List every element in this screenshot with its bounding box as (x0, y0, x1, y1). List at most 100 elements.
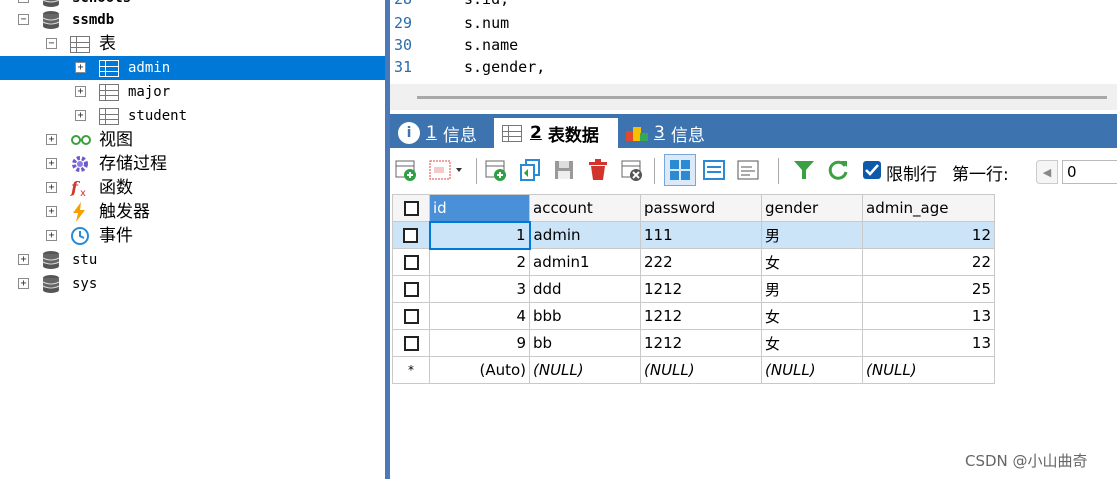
expand-icon[interactable]: + (46, 134, 57, 145)
cell-gender[interactable]: 男 (761, 275, 863, 303)
limit-rows-label[interactable]: 限制行 (886, 160, 937, 185)
tree-item-table-admin[interactable]: + admin (0, 56, 385, 80)
cell-gender[interactable]: 女 (761, 248, 863, 276)
cell-id[interactable]: 9 (429, 329, 530, 357)
column-header-id[interactable]: id (429, 194, 530, 222)
copy-icon[interactable] (518, 158, 542, 182)
tab-info-3[interactable]: 3 信息 (626, 118, 705, 148)
expand-icon[interactable]: + (18, 254, 29, 265)
cell-admin-age[interactable]: 25 (862, 275, 995, 303)
cell-id[interactable]: 4 (429, 302, 530, 330)
cell-account[interactable]: bbb (529, 302, 641, 330)
row-checkbox[interactable] (392, 248, 430, 276)
cell-id[interactable]: 1 (428, 220, 531, 250)
tree-item-stu[interactable]: + stu (0, 248, 385, 272)
cell-gender[interactable]: (NULL) (761, 356, 863, 384)
cell-password[interactable]: 111 (640, 221, 762, 249)
grid-header-row: id account password gender admin_age (392, 194, 995, 222)
cell-password[interactable]: 1212 (640, 302, 762, 330)
cell-password[interactable]: 222 (640, 248, 762, 276)
cell-account[interactable]: (NULL) (529, 356, 641, 384)
prev-page-button[interactable]: ◀ (1036, 160, 1058, 184)
text-view-icon[interactable] (736, 158, 760, 182)
cell-admin-age[interactable]: 13 (862, 329, 995, 357)
table-row[interactable]: 2 admin1 222 女 22 (392, 248, 995, 276)
tree-item-table-major[interactable]: + major (0, 80, 385, 104)
delete-icon[interactable] (586, 158, 610, 182)
object-browser-tree[interactable]: + schools − ssmdb − 表 + admin + major + … (0, 0, 385, 479)
tree-item-table-student[interactable]: + student (0, 104, 385, 128)
cell-account[interactable]: admin1 (529, 248, 641, 276)
column-header-password[interactable]: password (640, 194, 762, 222)
table-row[interactable]: 4 bbb 1212 女 13 (392, 302, 995, 330)
export-dropdown-icon[interactable] (428, 158, 468, 182)
expand-icon[interactable]: + (46, 230, 57, 241)
expand-icon[interactable]: + (46, 182, 57, 193)
sql-editor[interactable]: 28 s.id, 29 s.num 30 s.name 31 s.gender, (390, 0, 1117, 84)
grid-view-icon[interactable] (664, 154, 696, 186)
tree-item-events[interactable]: + 事件 (0, 224, 385, 248)
tree-item-functions[interactable]: + fx 函数 (0, 176, 385, 200)
cell-gender[interactable]: 男 (761, 221, 863, 249)
new-row[interactable]: * (Auto) (NULL) (NULL) (NULL) (NULL) (392, 356, 995, 384)
table-row[interactable]: 1 admin 111 男 12 (392, 220, 995, 250)
expand-icon[interactable]: + (46, 206, 57, 217)
tree-item-procedures[interactable]: + 存储过程 (0, 152, 385, 176)
svg-text:x: x (80, 188, 86, 198)
filter-icon[interactable] (792, 158, 816, 182)
expand-icon[interactable]: + (18, 278, 29, 289)
tree-item-tables[interactable]: − 表 (0, 32, 385, 56)
refresh-icon[interactable] (826, 158, 850, 182)
column-header-gender[interactable]: gender (761, 194, 863, 222)
cell-admin-age[interactable]: 22 (862, 248, 995, 276)
limit-rows-checkbox[interactable] (862, 158, 882, 182)
tree-item-views[interactable]: + 视图 (0, 128, 385, 152)
cell-admin-age[interactable]: 12 (862, 221, 995, 249)
cell-gender[interactable]: 女 (761, 329, 863, 357)
data-grid[interactable]: id account password gender admin_age 1 a… (392, 194, 995, 384)
tree-item-sys[interactable]: + sys (0, 272, 385, 296)
cell-id[interactable]: (Auto) (429, 356, 530, 384)
cell-password[interactable]: 1212 (640, 329, 762, 357)
tree-item-ssmdb[interactable]: − ssmdb (0, 8, 385, 32)
collapse-icon[interactable]: − (46, 38, 57, 49)
row-checkbox[interactable] (392, 275, 430, 303)
column-header-account[interactable]: account (529, 194, 641, 222)
cell-account[interactable]: ddd (529, 275, 641, 303)
cell-admin-age[interactable]: 13 (862, 302, 995, 330)
collapse-icon[interactable]: − (18, 14, 29, 25)
scrollbar-thumb[interactable] (417, 96, 1107, 99)
table-row[interactable]: 9 bb 1212 女 13 (392, 329, 995, 357)
row-checkbox[interactable] (392, 221, 430, 249)
cell-gender[interactable]: 女 (761, 302, 863, 330)
expand-icon[interactable]: + (46, 158, 57, 169)
expand-icon[interactable]: + (75, 110, 86, 121)
save-icon[interactable] (552, 158, 576, 182)
cell-admin-age[interactable]: (NULL) (862, 356, 995, 384)
select-all-checkbox[interactable] (392, 194, 430, 222)
tree-item-label: sys (72, 276, 98, 292)
cell-password[interactable]: 1212 (640, 275, 762, 303)
expand-icon[interactable]: + (75, 62, 86, 73)
expand-icon[interactable]: + (75, 86, 86, 97)
cell-id[interactable]: 2 (429, 248, 530, 276)
toolbar-separator (476, 158, 477, 184)
cell-account[interactable]: bb (529, 329, 641, 357)
tab-info-1[interactable]: i 1 信息 (398, 118, 477, 148)
column-header-admin-age[interactable]: admin_age (862, 194, 995, 222)
cell-account[interactable]: admin (529, 221, 641, 249)
cell-id[interactable]: 3 (429, 275, 530, 303)
duplicate-row-icon[interactable] (484, 158, 508, 182)
row-checkbox[interactable] (392, 329, 430, 357)
table-row[interactable]: 3 ddd 1212 男 25 (392, 275, 995, 303)
first-row-input[interactable]: 0 (1062, 160, 1117, 184)
horizontal-scrollbar[interactable] (390, 84, 1117, 110)
tab-table-data[interactable]: 2 表数据 (494, 118, 618, 148)
row-checkbox[interactable] (392, 302, 430, 330)
expand-icon[interactable]: + (18, 0, 29, 3)
discard-icon[interactable] (620, 158, 644, 182)
tree-item-triggers[interactable]: + 触发器 (0, 200, 385, 224)
cell-password[interactable]: (NULL) (640, 356, 762, 384)
form-view-icon[interactable] (702, 158, 726, 182)
insert-row-icon[interactable] (394, 158, 418, 182)
